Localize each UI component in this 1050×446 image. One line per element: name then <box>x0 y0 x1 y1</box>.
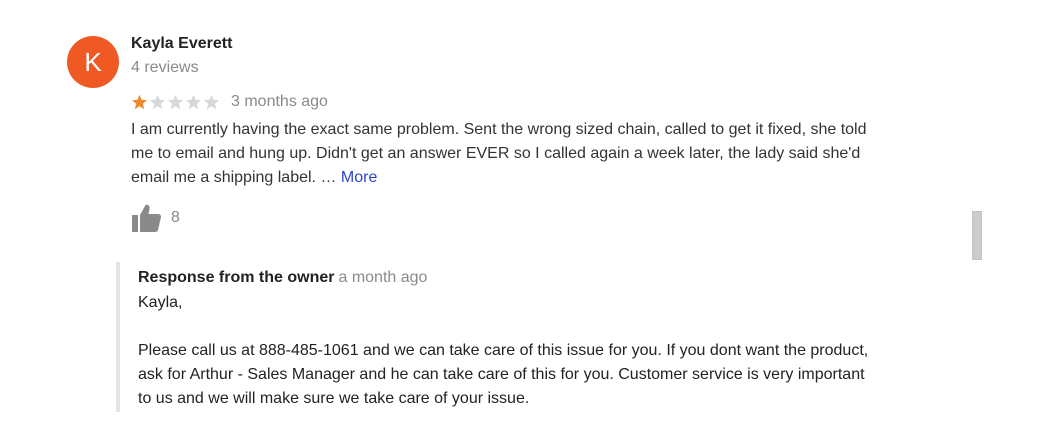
like-count: 8 <box>171 209 180 226</box>
avatar[interactable]: K <box>67 36 119 88</box>
response-header: Response from the owner a month ago <box>138 269 946 291</box>
scrollbar-thumb[interactable] <box>972 211 982 260</box>
review-text: I am currently having the exact same pro… <box>131 118 961 190</box>
response-title: Response from the owner <box>138 269 335 286</box>
star-empty-icon <box>168 94 183 110</box>
response-date: a month ago <box>338 269 428 286</box>
like-row: 8 <box>131 203 180 233</box>
thumbs-up-icon[interactable] <box>131 203 163 233</box>
response-text: Kayla, Please call us at 888-485-1061 an… <box>138 294 869 407</box>
review-count: 4 reviews <box>131 59 199 76</box>
review-date: 3 months ago <box>231 93 328 110</box>
reviewer-name[interactable]: Kayla Everett <box>131 35 232 53</box>
star-rating <box>131 94 221 110</box>
star-filled-icon <box>132 94 147 110</box>
owner-response: Response from the owner a month ago Kayla… <box>116 262 946 412</box>
more-link[interactable]: More <box>341 169 377 186</box>
star-empty-icon <box>204 94 219 110</box>
star-empty-icon <box>150 94 165 110</box>
rating-row: 3 months ago <box>131 91 328 113</box>
review-body: I am currently having the exact same pro… <box>131 121 867 186</box>
star-empty-icon <box>186 94 201 110</box>
